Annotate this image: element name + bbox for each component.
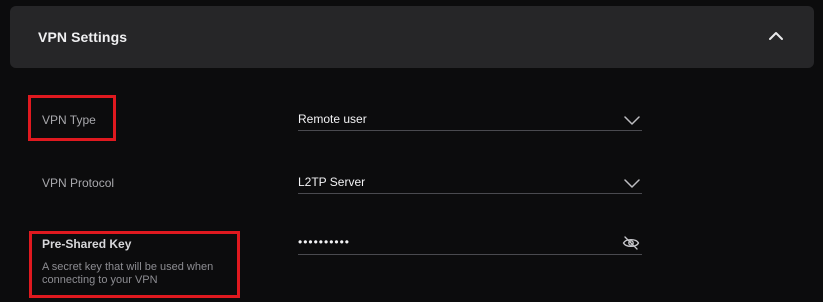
- pre-shared-key-label: Pre-Shared Key: [42, 237, 132, 251]
- eye-off-icon[interactable]: [622, 235, 640, 251]
- chevron-down-icon: [624, 113, 640, 125]
- chevron-up-icon[interactable]: [766, 26, 786, 46]
- pre-shared-key-field[interactable]: ••••••••••: [298, 232, 642, 255]
- vpn-settings-header[interactable]: VPN Settings: [10, 6, 814, 68]
- vpn-type-label: VPN Type: [42, 113, 96, 127]
- panel-title: VPN Settings: [38, 29, 128, 45]
- vpn-type-select[interactable]: Remote user: [298, 108, 642, 131]
- pre-shared-key-input[interactable]: ••••••••••: [298, 235, 598, 249]
- vpn-settings-page: VPN Settings VPN Type Remote user VPN Pr…: [0, 0, 823, 302]
- vpn-type-value: Remote user: [298, 112, 367, 126]
- chevron-down-icon: [624, 176, 640, 188]
- vpn-protocol-value: L2TP Server: [298, 175, 366, 189]
- pre-shared-key-hint: A secret key that will be used when conn…: [42, 261, 214, 286]
- vpn-protocol-select[interactable]: L2TP Server: [298, 171, 642, 194]
- vpn-protocol-label: VPN Protocol: [42, 176, 115, 190]
